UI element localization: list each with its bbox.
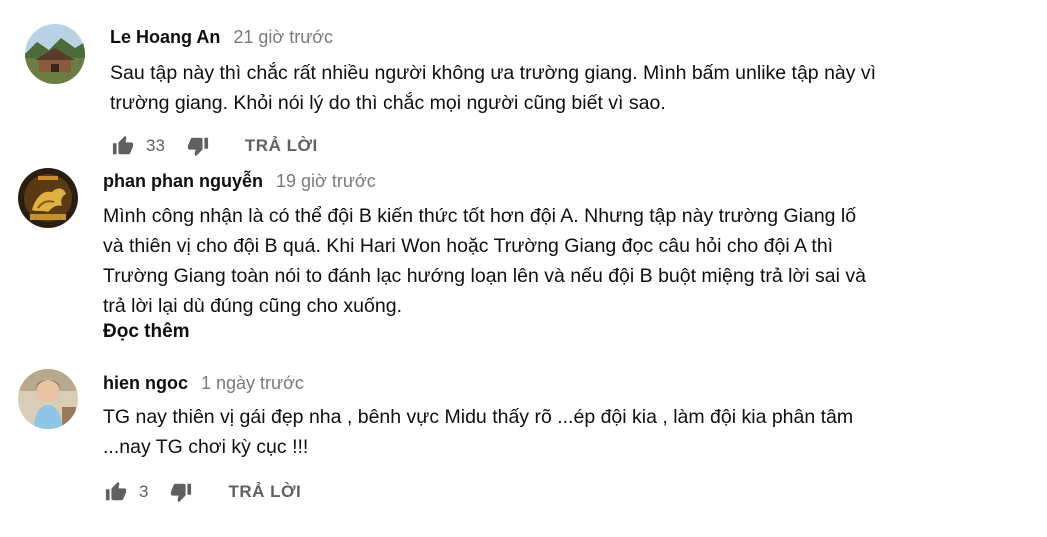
thumb-up-icon[interactable]	[103, 479, 129, 505]
comment-3: hien ngoc 1 ngày trước TG nay thiên vị g…	[0, 360, 1047, 537]
timestamp[interactable]: 21 giờ trước	[233, 27, 333, 47]
reply-button[interactable]: TRẢ LỜI	[245, 136, 318, 156]
author-name[interactable]: phan phan nguyễn	[103, 171, 263, 191]
thumb-down-icon[interactable]	[185, 133, 211, 159]
comment-text-line: TG nay thiên vị gái đẹp nha , bênh vực M…	[103, 406, 854, 428]
comment-header: hien ngoc 1 ngày trước	[103, 373, 304, 394]
comment-header: phan phan nguyễn 19 giờ trước	[103, 171, 376, 192]
read-more-link[interactable]: Đọc thêm	[103, 321, 190, 343]
comment-text: Mình công nhận là có thể đội B kiến thức…	[103, 201, 943, 321]
comment-text-line: Mình công nhận là có thể đội B kiến thức…	[103, 205, 857, 227]
avatar[interactable]	[18, 168, 78, 228]
comment-text-line: ...nay TG chơi kỳ cục !!!	[103, 436, 309, 458]
like-count: 33	[146, 136, 165, 155]
reply-button[interactable]: TRẢ LỜI	[228, 482, 301, 502]
author-name[interactable]: Le Hoang An	[110, 27, 220, 47]
thumb-down-icon[interactable]	[168, 479, 194, 505]
like-count: 3	[139, 482, 149, 501]
thumb-up-icon[interactable]	[110, 133, 136, 159]
timestamp[interactable]: 19 giờ trước	[276, 171, 376, 191]
comment-text-line: và thiên vị cho đội B quá. Khi Hari Won …	[103, 235, 834, 257]
comment-text-line: trường giang. Khỏi nói lý do thì chắc mọ…	[110, 92, 666, 114]
comment-2: phan phan nguyễn 19 giờ trước Mình công …	[0, 160, 1047, 360]
author-name[interactable]: hien ngoc	[103, 373, 188, 393]
comment-actions: 3 TRẢ LỜI	[103, 478, 301, 506]
comment-header: Le Hoang An 21 giờ trước	[110, 27, 333, 48]
comment-1: Le Hoang An 21 giờ trước Sau tập này thì…	[0, 0, 1047, 160]
comment-text: Sau tập này thì chắc rất nhiều người khô…	[110, 58, 950, 118]
comment-actions: 33 TRẢ LỜI	[110, 132, 318, 160]
comment-text-line: Trường Giang toàn nói to đánh lạc hướng …	[103, 265, 866, 287]
avatar[interactable]	[25, 24, 85, 84]
comment-text-line: Sau tập này thì chắc rất nhiều người khô…	[110, 62, 877, 84]
timestamp[interactable]: 1 ngày trước	[201, 373, 304, 393]
comment-text: TG nay thiên vị gái đẹp nha , bênh vực M…	[103, 402, 943, 462]
comment-text-line: trả lời lại dù đúng cũng cho xuống.	[103, 295, 402, 317]
avatar[interactable]	[18, 369, 78, 429]
